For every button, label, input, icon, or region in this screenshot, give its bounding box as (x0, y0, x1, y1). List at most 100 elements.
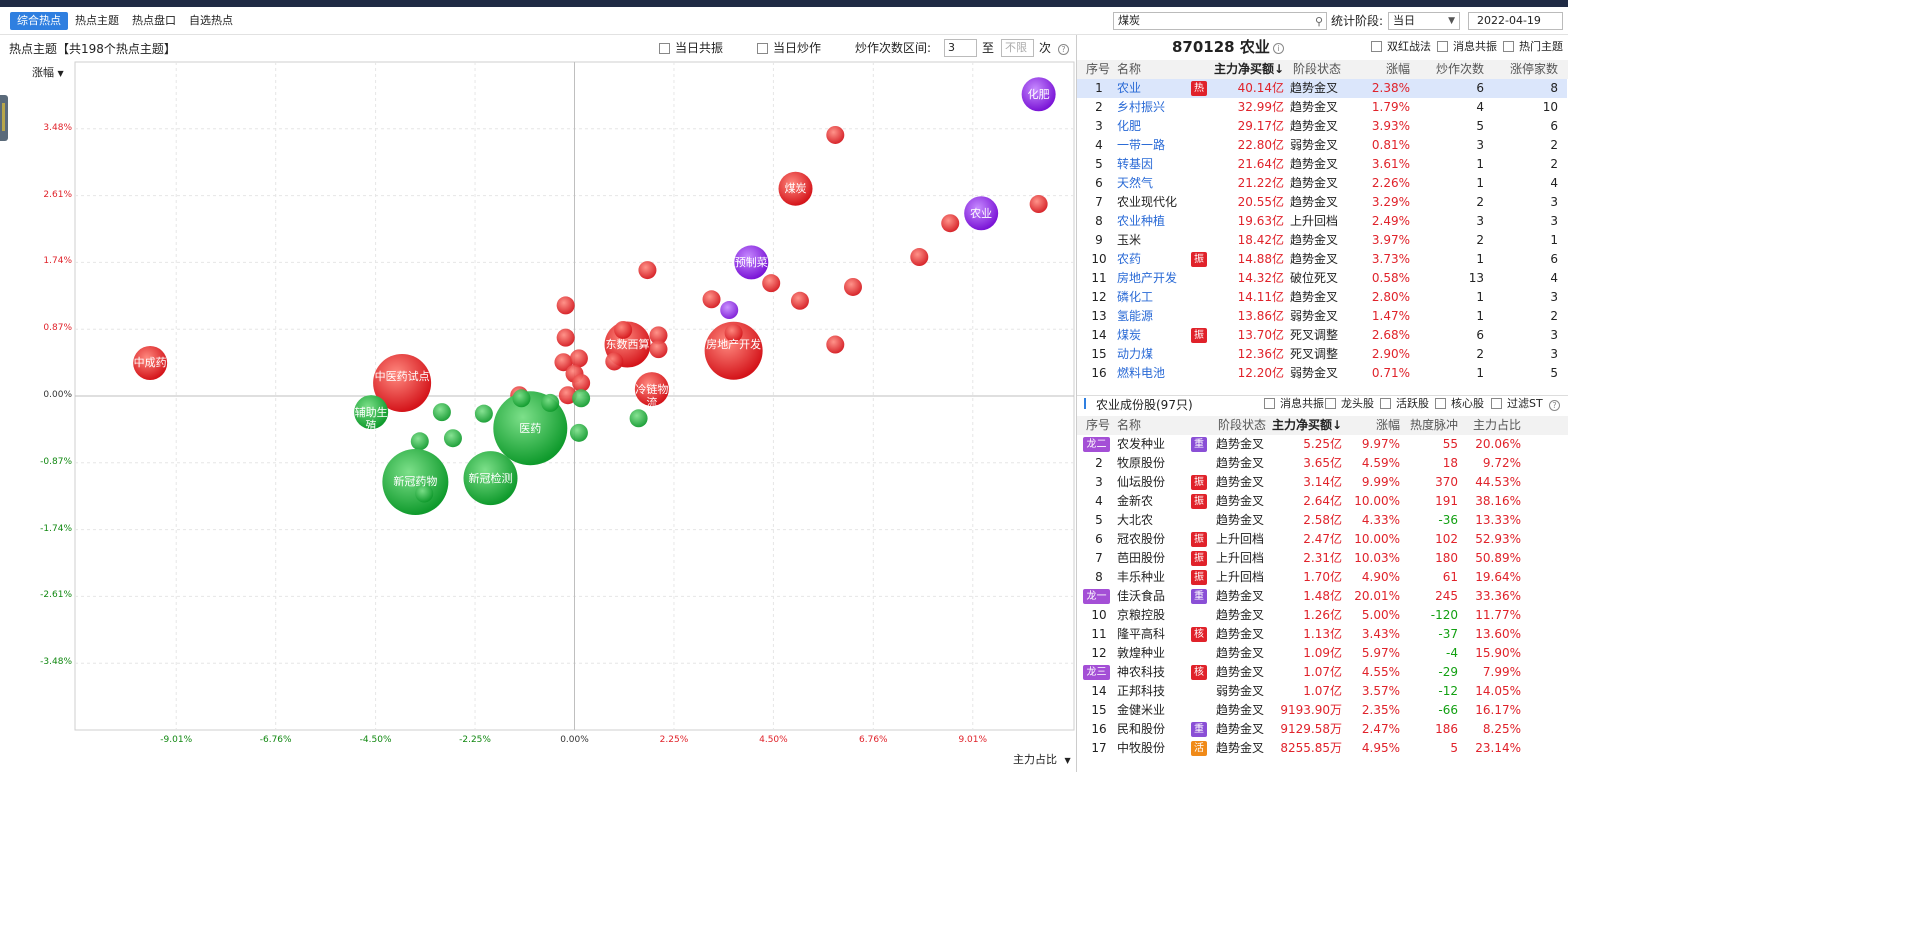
theme-name-link[interactable]: 转基因 (1117, 155, 1192, 174)
theme-bubble[interactable] (1021, 77, 1056, 112)
help-icon[interactable]: ? (1549, 400, 1560, 411)
theme-table-row[interactable]: 8 农业种植 19.63亿 上升回档 2.49% 3 3 (1077, 212, 1567, 231)
theme-bubble[interactable] (432, 403, 451, 422)
theme-table-row[interactable]: 11 房地产开发 14.32亿 破位死叉 0.58% 13 4 (1077, 269, 1567, 288)
theme-name-link[interactable]: 农业种植 (1117, 212, 1192, 231)
hot-theme-checkbox[interactable]: 热门主题 (1503, 39, 1563, 55)
theme-bubble[interactable] (354, 395, 389, 430)
theme-table-row[interactable]: 1 农业热 40.14亿 趋势金叉 2.38% 6 8 (1077, 79, 1567, 98)
stock-table-header-cell[interactable]: 序号 (1086, 416, 1112, 435)
stock-table-row[interactable]: 7 芭田股份 振上升回档 2.31亿 10.03% 180 50.89% (1077, 549, 1567, 568)
theme-name-link[interactable]: 房地产开发 (1117, 269, 1192, 288)
theme-bubble[interactable] (843, 277, 862, 296)
theme-table-header-cell[interactable]: 主力净买额↓ (1212, 60, 1284, 79)
theme-table-row[interactable]: 5 转基因 21.64亿 趋势金叉 3.61% 1 2 (1077, 155, 1567, 174)
theme-name-link[interactable]: 天然气 (1117, 174, 1192, 193)
period-select[interactable]: 当日 ▼ (1388, 12, 1460, 30)
stock-table-row[interactable]: 龙一 佳沃食品 重趋势金叉 1.48亿 20.01% 245 33.36% (1077, 587, 1567, 606)
info-icon[interactable]: i (1272, 43, 1284, 54)
theme-name-link[interactable]: 农药 (1117, 250, 1192, 269)
theme-bubble[interactable] (133, 345, 168, 380)
theme-table-header-cell[interactable]: 涨停家数 (1490, 60, 1558, 79)
stock-filter-checkbox[interactable]: 消息共振 (1264, 396, 1324, 412)
theme-bubble[interactable] (964, 196, 999, 231)
stock-table-row[interactable]: 14 正邦科技 弱势金叉 1.07亿 3.57% -12 14.05% (1077, 682, 1567, 701)
search-input[interactable]: 煤炭 ⚲ (1113, 12, 1327, 30)
theme-bubble[interactable] (569, 423, 588, 442)
theme-bubble[interactable] (512, 389, 531, 408)
theme-bubble[interactable] (778, 171, 813, 206)
theme-bubble[interactable] (826, 125, 845, 144)
theme-bubble[interactable] (790, 291, 809, 310)
stock-table-row[interactable]: 12 敦煌种业 趋势金叉 1.09亿 5.97% -4 15.90% (1077, 644, 1567, 663)
theme-name-link[interactable]: 氢能源 (1117, 307, 1192, 326)
theme-table-row[interactable]: 3 化肥 29.17亿 趋势金叉 3.93% 5 6 (1077, 117, 1567, 136)
theme-bubble[interactable] (556, 328, 575, 347)
stock-table-row[interactable]: 2 牧原股份 趋势金叉 3.65亿 4.59% 18 9.72% (1077, 454, 1567, 473)
theme-table-row[interactable]: 13 氢能源 13.86亿 弱势金叉 1.47% 1 2 (1077, 307, 1567, 326)
theme-table-header-cell[interactable]: 涨幅 (1350, 60, 1410, 79)
stock-filter-checkbox[interactable]: 核心股 (1435, 396, 1484, 412)
theme-bubble[interactable] (826, 335, 845, 354)
checkbox-box[interactable] (1264, 398, 1275, 409)
theme-bubble[interactable] (724, 324, 743, 343)
theme-name-link[interactable]: 化肥 (1117, 117, 1192, 136)
theme-table-row[interactable]: 4 一带一路 22.80亿 弱势金叉 0.81% 3 2 (1077, 136, 1567, 155)
theme-bubble[interactable] (614, 320, 633, 339)
theme-bubble[interactable] (443, 429, 462, 448)
theme-table-header-cell[interactable]: 阶段状态 (1293, 60, 1355, 79)
theme-name-link[interactable]: 农业 (1117, 79, 1192, 98)
theme-bubble[interactable] (941, 214, 960, 233)
theme-bubble[interactable] (762, 274, 781, 293)
search-icon[interactable]: ⚲ (1315, 14, 1323, 30)
theme-bubble[interactable] (649, 340, 668, 359)
stock-table-row[interactable]: 4 金新农 振趋势金叉 2.64亿 10.00% 191 38.16% (1077, 492, 1567, 511)
theme-table-row[interactable]: 6 天然气 21.22亿 趋势金叉 2.26% 1 4 (1077, 174, 1567, 193)
theme-bubble[interactable] (910, 248, 929, 267)
theme-bubble[interactable] (463, 451, 518, 506)
news-resonance-checkbox[interactable]: 消息共振 (1437, 39, 1497, 55)
theme-bubble[interactable] (702, 290, 721, 309)
date-input[interactable]: 2022-04-19 (1468, 12, 1563, 30)
stock-table-header-cell[interactable]: 阶段状态 (1218, 416, 1278, 435)
theme-table-header-cell[interactable]: 序号 (1086, 60, 1112, 79)
checkbox-box[interactable] (1491, 398, 1502, 409)
theme-bubble[interactable] (605, 352, 624, 371)
stock-table-row[interactable]: 17 中牧股份 活趋势金叉 8255.85万 4.95% 5 23.14% (1077, 739, 1567, 758)
theme-bubble[interactable] (634, 372, 669, 407)
double-red-checkbox[interactable]: 双红战法 (1371, 39, 1431, 55)
stock-table-header-cell[interactable]: 涨幅 (1352, 416, 1400, 435)
stock-table-row[interactable]: 16 民和股份 重趋势金叉 9129.58万 2.47% 186 8.25% (1077, 720, 1567, 739)
theme-bubble[interactable] (556, 296, 575, 315)
stock-table-row[interactable]: 5 大北农 趋势金叉 2.58亿 4.33% -36 13.33% (1077, 511, 1567, 530)
stock-table-header-cell[interactable]: 名称 (1117, 416, 1179, 435)
theme-bubble[interactable] (410, 432, 429, 451)
theme-bubble[interactable] (572, 373, 591, 392)
theme-bubble[interactable] (382, 448, 449, 515)
stock-table-header-cell[interactable]: 主力净买额↓ (1272, 416, 1342, 435)
theme-bubble[interactable] (415, 484, 434, 503)
theme-table-row[interactable]: 10 农药振 14.88亿 趋势金叉 3.73% 1 6 (1077, 250, 1567, 269)
theme-name-link[interactable]: 煤炭 (1117, 326, 1192, 345)
stock-table-row[interactable]: 6 冠农股份 振上升回档 2.47亿 10.00% 102 52.93% (1077, 530, 1567, 549)
theme-table-header-cell[interactable]: 名称 (1117, 60, 1192, 79)
stock-table-header-cell[interactable]: 主力占比 (1463, 416, 1521, 435)
theme-name-link[interactable]: 一带一路 (1117, 136, 1192, 155)
stock-table-row[interactable]: 8 丰乐种业 振上升回档 1.70亿 4.90% 61 19.64% (1077, 568, 1567, 587)
theme-table-row[interactable]: 15 动力煤 12.36亿 死叉调整 2.90% 2 3 (1077, 345, 1567, 364)
theme-table-row[interactable]: 7 农业现代化 20.55亿 趋势金叉 3.29% 2 3 (1077, 193, 1567, 212)
theme-bubble[interactable] (629, 409, 648, 428)
stock-table-row[interactable]: 11 隆平高科 核趋势金叉 1.13亿 3.43% -37 13.60% (1077, 625, 1567, 644)
theme-name-link[interactable]: 燃料电池 (1117, 364, 1192, 383)
theme-bubble[interactable] (572, 389, 591, 408)
stock-filter-checkbox[interactable]: 龙头股 (1325, 396, 1374, 412)
theme-bubble[interactable] (541, 393, 560, 412)
theme-table-row[interactable]: 12 磷化工 14.11亿 趋势金叉 2.80% 1 3 (1077, 288, 1567, 307)
theme-table-row[interactable]: 2 乡村振兴 32.99亿 趋势金叉 1.79% 4 10 (1077, 98, 1567, 117)
checkbox-box[interactable] (1503, 41, 1514, 52)
theme-table-header-cell[interactable]: 炒作次数 (1420, 60, 1484, 79)
stock-table-row[interactable]: 15 金健米业 趋势金叉 9193.90万 2.35% -66 16.17% (1077, 701, 1567, 720)
checkbox-box[interactable] (1380, 398, 1391, 409)
checkbox-box[interactable] (1325, 398, 1336, 409)
theme-bubble[interactable] (474, 404, 493, 423)
